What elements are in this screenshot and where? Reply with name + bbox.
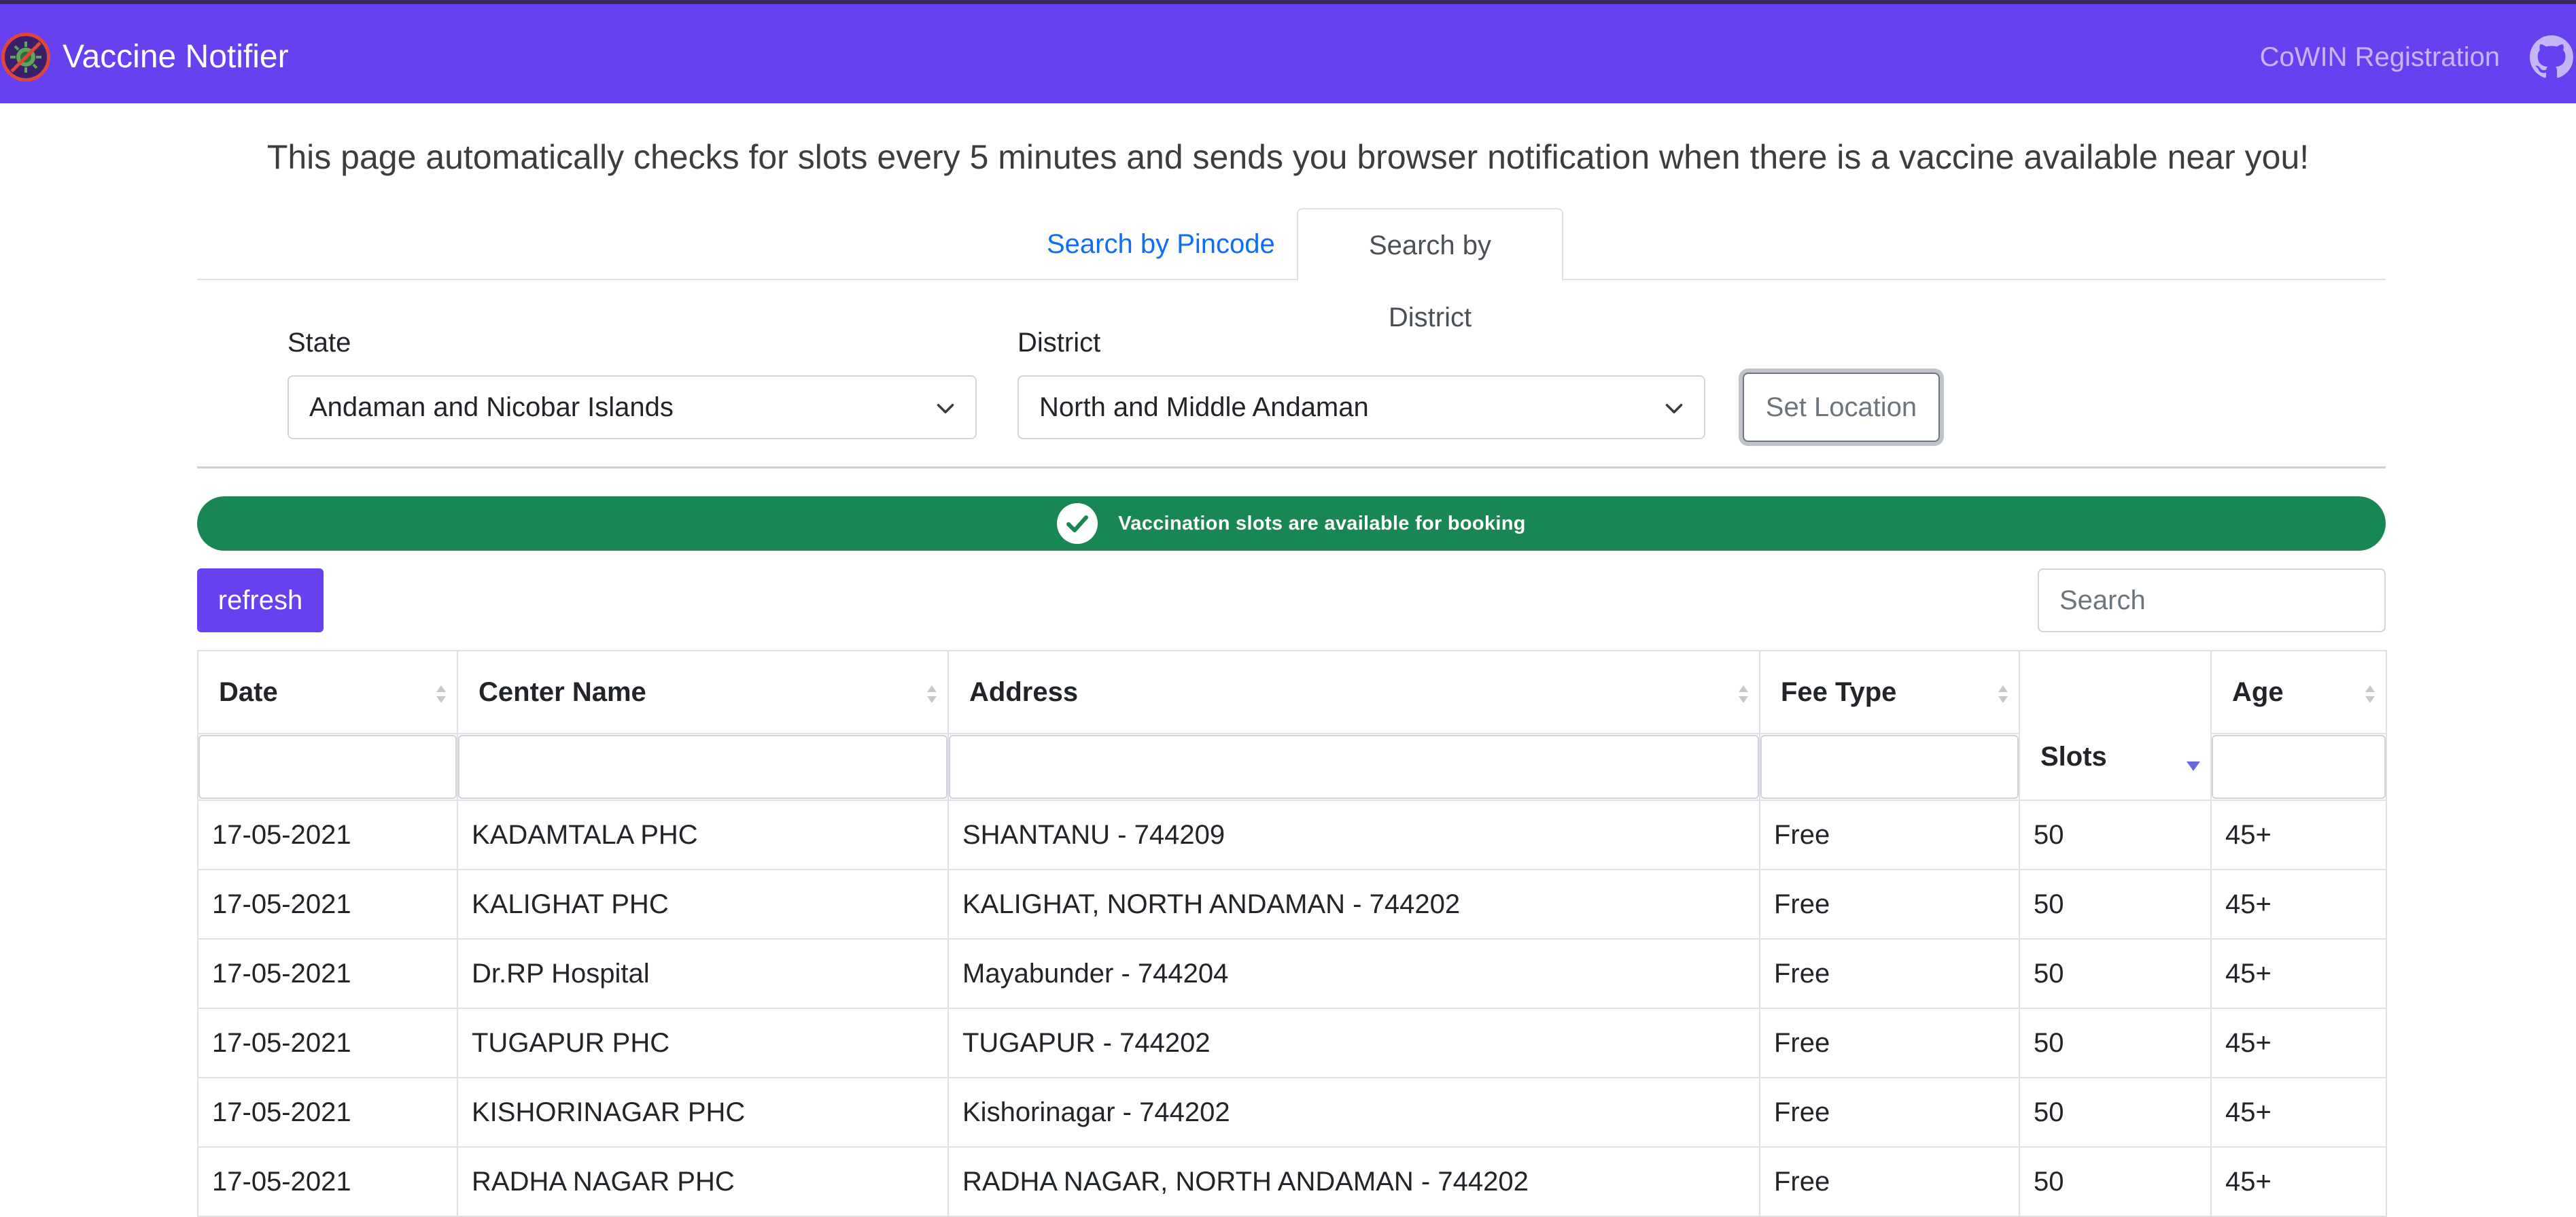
chevron-down-icon <box>1665 404 1683 413</box>
check-circle-icon <box>1057 503 1098 544</box>
cell-age: 45+ <box>2210 869 2387 940</box>
cell-center-name: KISHORINAGAR PHC <box>457 1077 949 1148</box>
table-header-row: Date Center Name Address Fee Type Slots … <box>197 650 2387 801</box>
cell-age: 45+ <box>2210 1008 2387 1078</box>
intro-text: This page automatically checks for slots… <box>266 138 2310 176</box>
cell-address: KALIGHAT, NORTH ANDAMAN - 744202 <box>947 869 1760 940</box>
cell-fee-type: Free <box>1759 938 2020 1009</box>
sort-icon <box>1998 685 2008 703</box>
state-label: State <box>288 328 351 358</box>
state-select[interactable]: Andaman and Nicobar Islands <box>288 375 977 439</box>
cell-age: 45+ <box>2210 800 2387 870</box>
cell-fee-type: Free <box>1759 1008 2020 1078</box>
table-row: 17-05-2021 RADHA NAGAR PHC RADHA NAGAR, NO… <box>197 1146 2387 1217</box>
search-input[interactable] <box>2038 568 2386 632</box>
cell-slots: 50 <box>2019 869 2212 940</box>
sort-icon <box>927 685 937 703</box>
column-header-slots[interactable]: Slots <box>2019 650 2212 801</box>
state-select-value: Andaman and Nicobar Islands <box>309 392 674 422</box>
cell-age: 45+ <box>2210 938 2387 1009</box>
cell-center-name: TUGAPUR PHC <box>457 1008 949 1078</box>
cell-date: 17-05-2021 <box>197 1077 458 1148</box>
refresh-button[interactable]: refresh <box>197 568 324 632</box>
cell-slots: 50 <box>2019 938 2212 1009</box>
table-row: 17-05-2021 KISHORINAGAR PHC Kishorinagar -… <box>197 1077 2387 1148</box>
sort-desc-icon <box>2187 761 2200 771</box>
cowin-registration-link[interactable]: CoWIN Registration <box>2260 37 2500 78</box>
app-title: Vaccine Notifier <box>63 39 289 75</box>
cell-address: Mayabunder - 744204 <box>947 938 1760 1009</box>
cell-address: TUGAPUR - 744202 <box>947 1008 1760 1078</box>
cell-center-name: KADAMTALA PHC <box>457 800 949 870</box>
virus-logo-icon <box>1 33 50 82</box>
navbar: Vaccine Notifier CoWIN Registration <box>0 0 2576 103</box>
cell-date: 17-05-2021 <box>197 1146 458 1217</box>
district-select-value: North and Middle Andaman <box>1039 392 1369 422</box>
cell-age: 45+ <box>2210 1146 2387 1217</box>
status-text: Vaccination slots are available for book… <box>1118 512 1526 534</box>
cell-center-name: Dr.RP Hospital <box>457 938 949 1009</box>
cell-slots: 50 <box>2019 1077 2212 1148</box>
sort-icon <box>2365 685 2375 703</box>
district-select[interactable]: North and Middle Andaman <box>1017 375 1705 439</box>
cell-address: Kishorinagar - 744202 <box>947 1077 1760 1148</box>
cell-address: SHANTANU - 744209 <box>947 800 1760 870</box>
cell-fee-type: Free <box>1759 1146 2020 1217</box>
cell-slots: 50 <box>2019 800 2212 870</box>
cell-date: 17-05-2021 <box>197 938 458 1009</box>
cell-slots: 50 <box>2019 1008 2212 1078</box>
cell-slots: 50 <box>2019 1146 2212 1217</box>
search-tabs: Search by Pincode Search by District <box>197 208 2386 332</box>
tab-search-by-district[interactable]: Search by District <box>1297 208 1563 332</box>
cell-fee-type: Free <box>1759 869 2020 940</box>
column-header-date[interactable]: Date <box>197 650 458 734</box>
column-header-address[interactable]: Address <box>947 650 1760 734</box>
tab-search-by-pincode[interactable]: Search by Pincode <box>1018 208 1304 280</box>
slots-table: Date Center Name Address Fee Type Slots … <box>197 650 2387 1217</box>
github-icon[interactable] <box>2530 35 2573 79</box>
table-body: 17-05-2021 KADAMTALA PHC SHANTANU - 744209… <box>197 800 2387 1217</box>
column-header-age[interactable]: Age <box>2210 650 2387 734</box>
set-location-button[interactable]: Set Location <box>1743 373 1940 442</box>
sort-icon <box>436 685 446 703</box>
brand[interactable]: Vaccine Notifier <box>0 31 289 83</box>
divider <box>197 466 2386 468</box>
cell-fee-type: Free <box>1759 800 2020 870</box>
table-row: 17-05-2021 KALIGHAT PHC KALIGHAT, NORTH AN… <box>197 869 2387 940</box>
table-row: 17-05-2021 Dr.RP Hospital Mayabunder - 744… <box>197 938 2387 1009</box>
column-header-fee-type[interactable]: Fee Type <box>1759 650 2020 734</box>
sort-icon <box>1739 685 1748 703</box>
cell-date: 17-05-2021 <box>197 800 458 870</box>
cell-fee-type: Free <box>1759 1077 2020 1148</box>
status-banner: Vaccination slots are available for book… <box>197 496 2386 551</box>
district-label: District <box>1017 328 1101 358</box>
chevron-down-icon <box>937 404 954 413</box>
filter-date-input[interactable] <box>198 735 457 799</box>
cell-center-name: RADHA NAGAR PHC <box>457 1146 949 1217</box>
cell-date: 17-05-2021 <box>197 1008 458 1078</box>
filter-fee-type-input[interactable] <box>1760 735 2019 799</box>
filter-center-name-input[interactable] <box>458 735 947 799</box>
filter-address-input[interactable] <box>949 735 1759 799</box>
cell-center-name: KALIGHAT PHC <box>457 869 949 940</box>
cell-date: 17-05-2021 <box>197 869 458 940</box>
table-row: 17-05-2021 KADAMTALA PHC SHANTANU - 744209… <box>197 800 2387 870</box>
filter-age-input[interactable] <box>2212 735 2386 799</box>
cell-age: 45+ <box>2210 1077 2387 1148</box>
table-row: 17-05-2021 TUGAPUR PHC TUGAPUR - 744202 Fre… <box>197 1008 2387 1078</box>
column-header-center-name[interactable]: Center Name <box>457 650 949 734</box>
cell-address: RADHA NAGAR, NORTH ANDAMAN - 744202 <box>947 1146 1760 1217</box>
